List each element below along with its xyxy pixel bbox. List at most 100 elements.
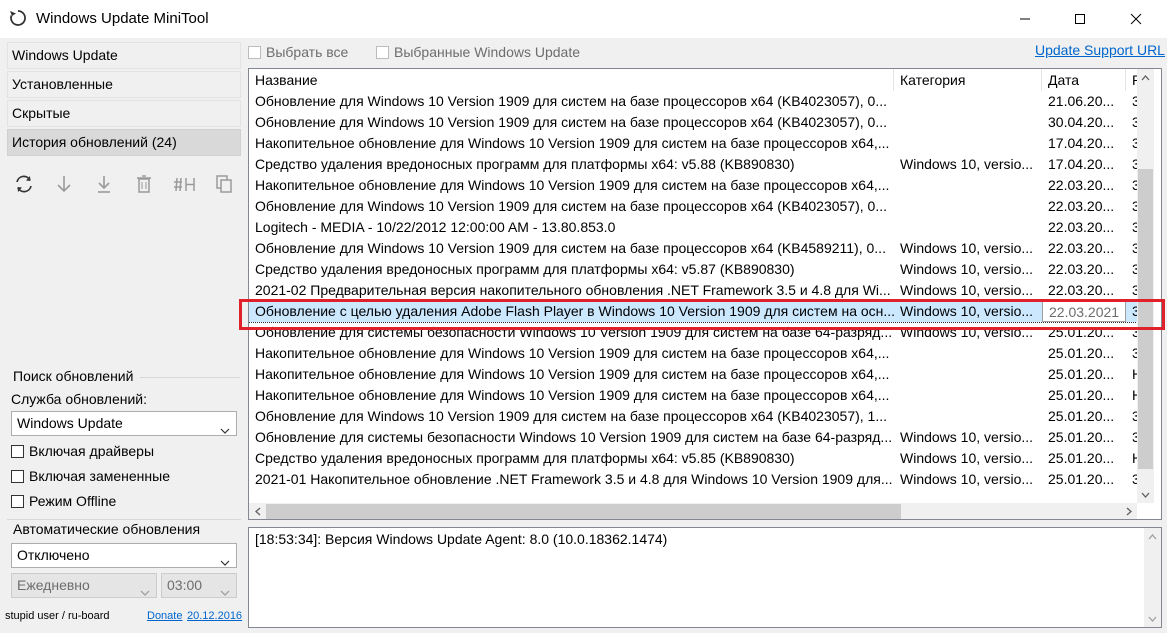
scroll-up-icon[interactable]: [1144, 528, 1161, 545]
cell-category: [894, 385, 1042, 406]
offline-mode-checkbox[interactable]: Режим Offline: [11, 493, 116, 509]
copy-icon[interactable]: [211, 172, 237, 196]
refresh-icon[interactable]: [11, 172, 37, 196]
cell-date: 22.03.20...: [1048, 261, 1115, 277]
selected-updates-checkbox[interactable]: Выбранные Windows Update: [376, 44, 580, 60]
cell-date: 25.01.20...: [1048, 429, 1115, 445]
include-superseded-checkbox[interactable]: Включая замененные: [11, 468, 170, 484]
updates-list[interactable]: Название Категория Дата Р Обновление для…: [248, 68, 1162, 520]
nav-item-history[interactable]: История обновлений (24): [7, 129, 241, 156]
service-select[interactable]: Windows Update: [11, 411, 237, 436]
table-row[interactable]: Обновление для Windows 10 Version 1909 д…: [249, 196, 1140, 217]
selected-updates-label: Выбранные Windows Update: [394, 44, 581, 60]
cell-name: Накопительное обновление для Windows 10 …: [255, 366, 890, 382]
table-row-selected[interactable]: Обновление с целью удаления Adobe Flash …: [249, 300, 1140, 323]
table-row[interactable]: Logitech - MEDIA - 10/22/2012 12:00:00 A…: [249, 217, 1140, 238]
scroll-down-icon[interactable]: [1144, 610, 1161, 627]
nav-item-installed[interactable]: Установленные: [7, 71, 241, 98]
column-header-name[interactable]: Название: [249, 69, 894, 91]
cell-date: 17.04.20...: [1048, 156, 1115, 172]
table-row[interactable]: 2021-01 Накопительное обновление .NET Fr…: [249, 469, 1140, 490]
scroll-up-icon[interactable]: [1137, 69, 1154, 86]
table-row[interactable]: Обновление для системы безопасности Wind…: [249, 427, 1140, 448]
scroll-right-icon[interactable]: [1120, 503, 1137, 519]
update-support-link[interactable]: Update Support URL: [1035, 42, 1165, 58]
horizontal-scrollbar[interactable]: [249, 503, 1137, 519]
select-all-label: Выбрать все: [266, 44, 349, 60]
scroll-down-icon[interactable]: [1137, 486, 1154, 503]
credit-text: stupid user / ru-board: [5, 610, 110, 622]
hide-icon[interactable]: [171, 172, 197, 196]
table-row[interactable]: Обновление для Windows 10 Version 1909 д…: [249, 91, 1140, 112]
cell-name: Накопительное обновление для Windows 10 …: [255, 177, 890, 193]
schedule-select[interactable]: Ежедневно: [11, 573, 157, 598]
chevron-down-icon: [140, 583, 150, 599]
table-row[interactable]: Средство удаления вредоносных программ д…: [249, 154, 1140, 175]
table-row[interactable]: Обновление для Windows 10 Version 1909 д…: [249, 112, 1140, 133]
cell-category: [894, 364, 1042, 385]
minimize-button[interactable]: [1002, 0, 1048, 38]
close-button[interactable]: [1113, 0, 1159, 38]
cell-name: Накопительное обновление для Windows 10 …: [255, 345, 890, 361]
download-arrow-icon[interactable]: [51, 172, 77, 196]
cell-date: 30.04.20...: [1048, 114, 1115, 130]
table-row[interactable]: Обновление для Windows 10 Version 1909 д…: [249, 238, 1140, 259]
include-drivers-checkbox[interactable]: Включая драйверы: [11, 443, 154, 459]
log-output[interactable]: [18:53:34]: Версия Windows Update Agent:…: [248, 527, 1162, 628]
nav-item-label: Windows Update: [12, 47, 118, 63]
cell-category: [894, 175, 1042, 196]
nav-item-label: Установленные: [12, 76, 113, 92]
log-scrollbar[interactable]: [1144, 528, 1161, 627]
horizontal-scroll-thumb[interactable]: [266, 504, 901, 519]
cell-category: [894, 217, 1042, 238]
cell-name: Обновление для Windows 10 Version 1909 д…: [255, 240, 886, 256]
scroll-left-icon[interactable]: [249, 503, 266, 519]
checkbox-box[interactable]: [376, 45, 389, 59]
cell-date: 25.01.20...: [1048, 366, 1115, 382]
time-select[interactable]: 03:00: [161, 573, 237, 598]
cell-name: Обновление с целью удаления Adobe Flash …: [255, 303, 894, 319]
table-row[interactable]: Накопительное обновление для Windows 10 …: [249, 364, 1142, 385]
select-all-checkbox[interactable]: Выбрать все: [248, 44, 348, 60]
cell-date: 25.01.20...: [1048, 471, 1115, 487]
version-date-link[interactable]: 20.12.2016: [187, 610, 242, 622]
service-label: Служба обновлений:: [11, 391, 147, 407]
minimize-icon: [1020, 18, 1030, 20]
checkbox-box[interactable]: [11, 469, 24, 483]
cell-date: 22.03.20...: [1048, 198, 1115, 214]
table-row[interactable]: Средство удаления вредоносных программ д…: [249, 448, 1142, 469]
checkbox-box[interactable]: [248, 45, 261, 59]
cell-category: Windows 10, versio...: [900, 156, 1034, 172]
vertical-scrollbar[interactable]: [1137, 69, 1154, 503]
table-row[interactable]: Накопительное обновление для Windows 10 …: [249, 175, 1140, 196]
cell-name: Обновление для системы безопасности Wind…: [255, 324, 893, 340]
group-divider: [7, 519, 241, 520]
auto-mode-select[interactable]: Отключено: [11, 543, 237, 568]
column-header-category[interactable]: Категория: [894, 69, 1042, 91]
checkbox-box[interactable]: [11, 444, 24, 458]
cell-category: Windows 10, versio...: [900, 324, 1034, 340]
cell-date: 22.03.20...: [1048, 240, 1115, 256]
checkbox-box[interactable]: [11, 494, 24, 508]
table-row[interactable]: Накопительное обновление для Windows 10 …: [249, 385, 1142, 406]
nav-item-windows-update[interactable]: Windows Update: [7, 42, 241, 69]
table-row[interactable]: Накопительное обновление для Windows 10 …: [249, 343, 1140, 364]
cell-date: 22.03.20...: [1048, 282, 1115, 298]
table-row[interactable]: Накопительное обновление для Windows 10 …: [249, 133, 1140, 154]
column-header-date[interactable]: Дата: [1042, 69, 1126, 91]
table-row[interactable]: Средство удаления вредоносных программ д…: [249, 259, 1140, 280]
cell-category: [894, 133, 1042, 154]
nav-item-hidden[interactable]: Скрытые: [7, 100, 241, 127]
maximize-button[interactable]: [1057, 0, 1103, 38]
trash-icon[interactable]: [131, 172, 157, 196]
install-arrow-icon[interactable]: [91, 172, 117, 196]
table-row[interactable]: Обновление для системы безопасности Wind…: [249, 322, 1140, 343]
vertical-scroll-thumb[interactable]: [1138, 169, 1153, 469]
chevron-down-icon: [220, 421, 230, 437]
cell-category: Windows 10, versio...: [900, 471, 1034, 487]
chevron-down-icon: [220, 553, 230, 569]
table-row[interactable]: Обновление для Windows 10 Version 1909 д…: [249, 406, 1140, 427]
cell-category: [894, 343, 1042, 364]
donate-link[interactable]: Donate: [147, 610, 182, 622]
table-row[interactable]: 2021-02 Предварительная версия накопител…: [249, 280, 1140, 301]
